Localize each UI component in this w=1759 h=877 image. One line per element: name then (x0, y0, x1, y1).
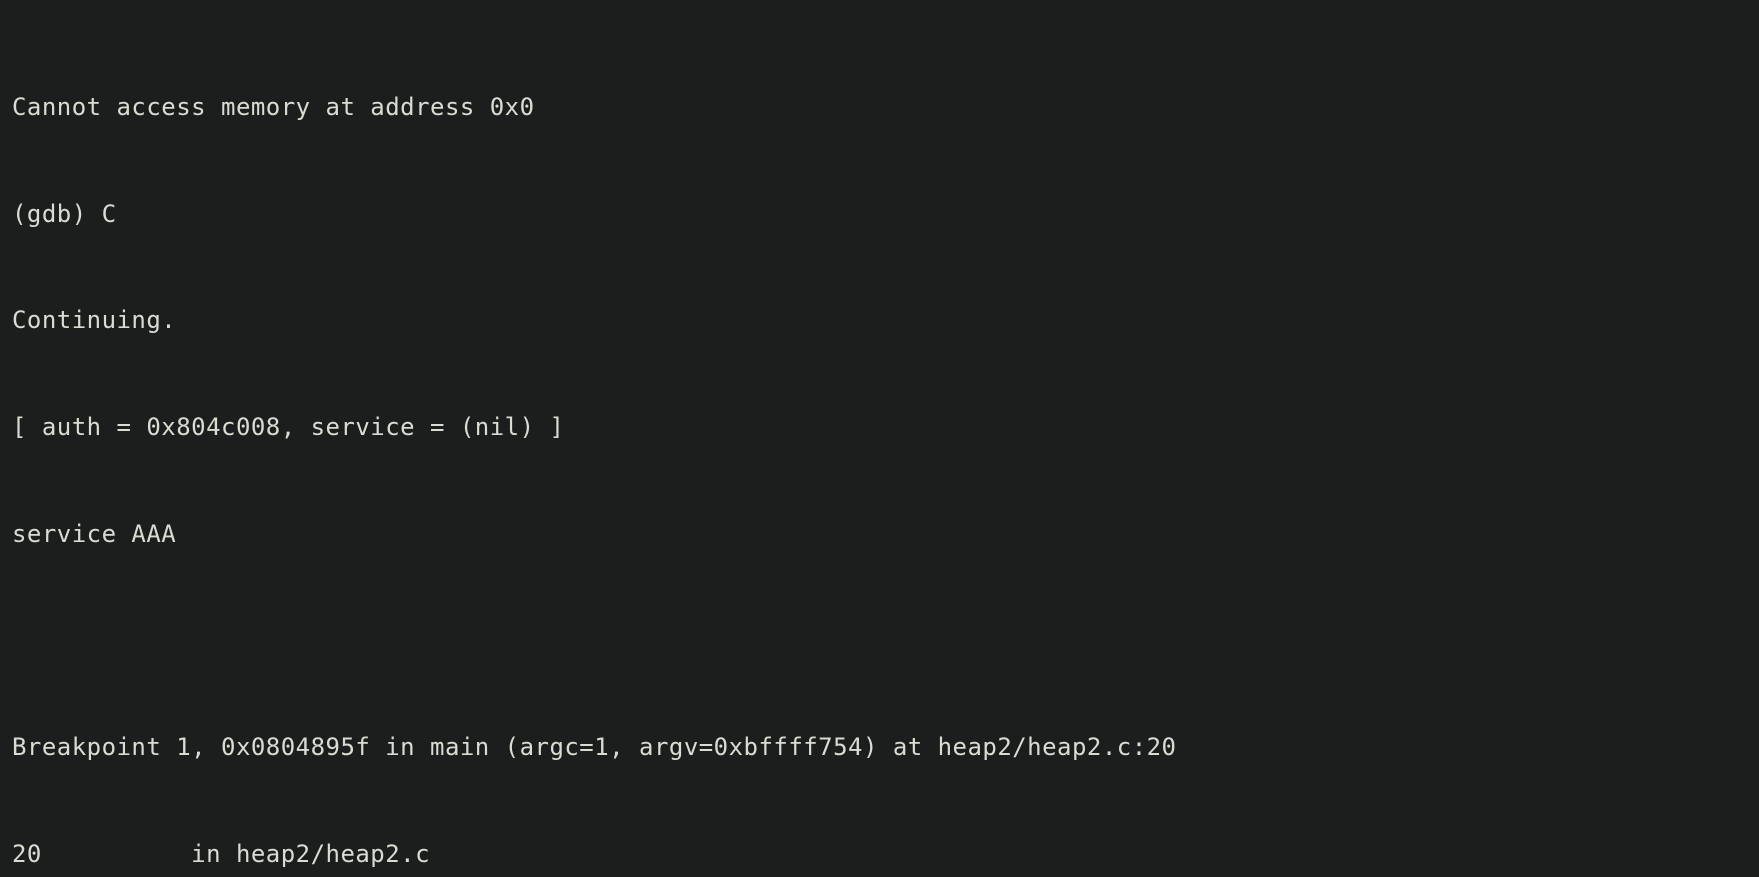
terminal-line-source-location: 20 in heap2/heap2.c (12, 840, 431, 869)
terminal-line-breakpoint: Breakpoint 1, 0x0804895f in main (argc=1… (12, 733, 1177, 762)
terminal-output: Cannot access memory at address 0x0 (gdb… (12, 0, 1565, 877)
terminal-line-continuing: Continuing. (12, 306, 177, 335)
terminal-window[interactable]: Cannot access memory at address 0x0 (gdb… (0, 0, 1759, 877)
terminal-line-auth-service-nil: [ auth = 0x804c008, service = (nil) ] (12, 413, 565, 442)
terminal-line-service-aaa: service AAA (12, 519, 177, 548)
terminal-line-prompt-continue: (gdb) C (12, 199, 117, 228)
terminal-line-cannot-access: Cannot access memory at address 0x0 (12, 92, 535, 121)
